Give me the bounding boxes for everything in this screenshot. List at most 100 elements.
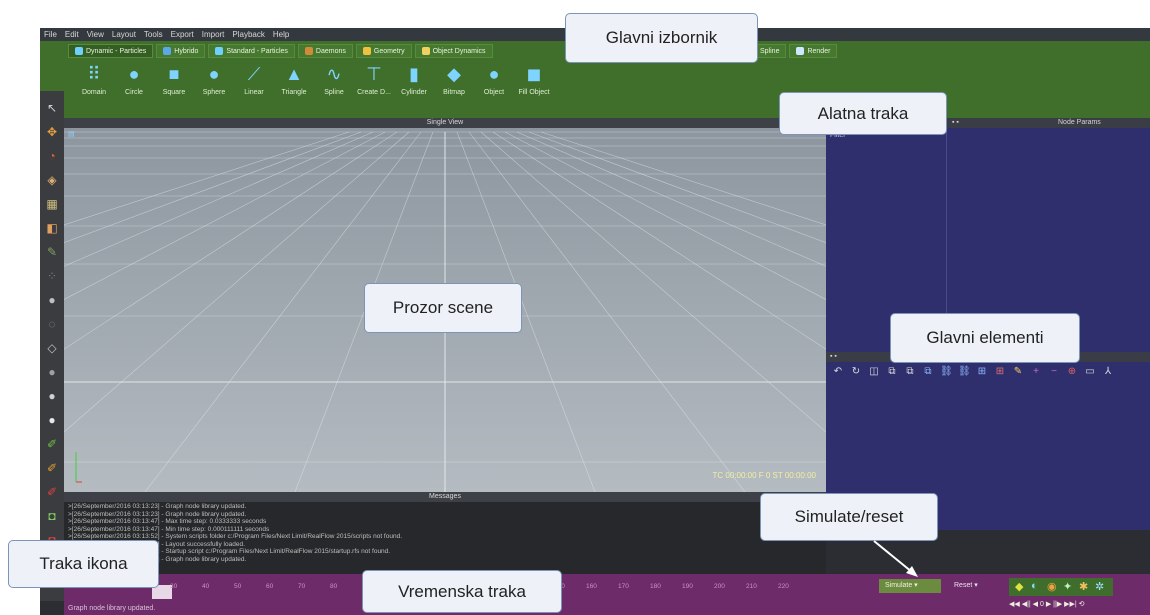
- unlink-icon[interactable]: ⛓: [958, 366, 971, 378]
- color-icon[interactable]: ✎: [1012, 366, 1024, 378]
- tab-label: Dynamic - Particles: [86, 47, 147, 55]
- shading-icon[interactable]: ●: [45, 293, 59, 307]
- link-icon[interactable]: ⛓: [940, 366, 953, 378]
- menu-edit[interactable]: Edit: [65, 28, 79, 41]
- tab-object-dynamics[interactable]: Object Dynamics: [414, 44, 493, 58]
- tool-create-d-[interactable]: ⊤ Create D...: [354, 63, 394, 97]
- tab-hybrido[interactable]: Hybrido: [156, 44, 206, 58]
- callout-main-elements: Glavni elementi: [890, 313, 1080, 363]
- node-icon[interactable]: ◧: [45, 221, 59, 235]
- tab-label: Geometry: [373, 47, 405, 55]
- menu-export[interactable]: Export: [171, 28, 194, 41]
- menu-view[interactable]: View: [87, 28, 104, 41]
- simulation-options[interactable]: ◆ ◐ ◉ ✦ ✱ ✲: [1009, 578, 1113, 596]
- tool-sphere[interactable]: ● Sphere: [194, 63, 234, 97]
- tool-object[interactable]: ● Object: [474, 63, 514, 97]
- grid-icon[interactable]: ▦: [45, 197, 59, 211]
- timeline-tick: 80: [330, 583, 338, 590]
- playback-controls[interactable]: ◀◀ ◀|| ◀ 0 ▶ ||▶ ▶▶| ⟲: [1009, 600, 1085, 608]
- select-icon[interactable]: ↖: [45, 101, 59, 115]
- tool-bitmap[interactable]: ◆ Bitmap: [434, 63, 474, 97]
- refresh-icon[interactable]: ↻: [850, 366, 862, 378]
- tool-fill-object[interactable]: ◼ Fill Object: [514, 63, 554, 97]
- wire-cube-icon[interactable]: ◇: [45, 341, 59, 355]
- smooth-sphere-icon[interactable]: ●: [45, 413, 59, 427]
- paint-icon[interactable]: ✐: [45, 461, 59, 475]
- menu-help[interactable]: Help: [273, 28, 289, 41]
- tab-icon: [215, 47, 224, 55]
- menu-layout[interactable]: Layout: [112, 28, 136, 41]
- marker-icon[interactable]: ✐: [45, 485, 59, 499]
- sim-option-icon[interactable]: ◉: [1047, 580, 1057, 593]
- bitmap-emitter-icon: ◆: [447, 63, 461, 84]
- main-elements-toolbar: ↶ ↻ ◫ ⧉ ⧉ ⧉ ⛓ ⛓ ⊞ ⊞ ✎ + − ⊕ ▭ ⅄: [832, 366, 1120, 378]
- message-line: >[26/September/2016 03:13:52] - Graph no…: [68, 555, 247, 563]
- tag-icon[interactable]: ▭: [1084, 366, 1096, 378]
- sim-option-icon[interactable]: ✲: [1095, 580, 1104, 593]
- brush-icon[interactable]: ✐: [45, 437, 59, 451]
- reset-button[interactable]: Reset ▾: [954, 579, 990, 593]
- sim-option-icon[interactable]: ✦: [1063, 580, 1072, 593]
- duplicate-icon[interactable]: ⧉: [922, 366, 934, 378]
- flat-sphere-icon[interactable]: ●: [45, 365, 59, 379]
- menu-playback[interactable]: Playback: [232, 28, 264, 41]
- paste-icon[interactable]: ⧉: [904, 366, 916, 378]
- split-icon[interactable]: ⅄: [1102, 366, 1114, 378]
- spline-emitter-icon: ∿: [326, 63, 342, 84]
- dots-icon[interactable]: ⁘: [45, 269, 59, 283]
- tool-cylinder[interactable]: ▮ Cylinder: [394, 63, 434, 97]
- tab-geometry[interactable]: Geometry: [355, 44, 412, 58]
- move-icon[interactable]: ✥: [45, 125, 59, 139]
- tab-icon: [163, 47, 172, 55]
- minus-icon[interactable]: −: [1048, 366, 1060, 378]
- sphere-emitter-icon: ●: [208, 63, 220, 84]
- tool-spline[interactable]: ∿ Spline: [314, 63, 354, 97]
- messages-list[interactable]: >[26/September/2016 03:13:23] - Graph no…: [64, 502, 826, 564]
- sim-option-icon[interactable]: ◐: [1031, 580, 1038, 592]
- wire-sphere-icon[interactable]: ◌: [45, 317, 59, 331]
- plus-icon[interactable]: +: [1030, 366, 1042, 378]
- tool-linear[interactable]: ⟋ Linear: [234, 63, 274, 97]
- sim-option-icon[interactable]: ✱: [1079, 580, 1088, 593]
- tab-daemons[interactable]: Daemons: [297, 44, 353, 58]
- shaded-sphere-icon[interactable]: ●: [45, 389, 59, 403]
- grid-line: [504, 131, 826, 300]
- message-line: >[26/September/2016 03:13:52] - Startup …: [68, 548, 391, 555]
- menu-tools[interactable]: Tools: [144, 28, 163, 41]
- tab-render[interactable]: Render: [789, 44, 838, 58]
- save-icon[interactable]: ◘: [45, 509, 59, 523]
- tab-dynamic-particles[interactable]: Dynamic - Particles: [68, 44, 154, 58]
- tool-domain[interactable]: ⠿ Domain: [74, 63, 114, 97]
- scale-icon[interactable]: ◈: [45, 173, 59, 187]
- toolbar-tabs: Dynamic - Particles Hybrido Standard - Par…: [68, 44, 496, 58]
- rotate-icon[interactable]: ◔: [45, 149, 59, 163]
- viewport-timecode: TC 00:00:00 F 0 ST 00:00:00: [712, 471, 816, 480]
- container-icon[interactable]: ◫: [868, 366, 880, 378]
- copy-icon[interactable]: ⧉: [886, 366, 898, 378]
- timeline-tick: 60: [266, 583, 274, 590]
- sim-option-icon[interactable]: ◆: [1015, 580, 1023, 593]
- triangle-emitter-icon: ▲: [285, 63, 303, 84]
- tab-standard-particles[interactable]: Standard - Particles: [208, 44, 295, 58]
- tab-label: Daemons: [315, 47, 346, 55]
- tool-square[interactable]: ■ Square: [154, 63, 194, 97]
- undo-icon[interactable]: ↶: [832, 366, 844, 378]
- circle-emitter-icon: ●: [128, 63, 140, 84]
- menu-file[interactable]: File: [44, 28, 57, 41]
- square-emitter-icon: ■: [168, 63, 180, 84]
- add-node-icon[interactable]: ⊕: [1066, 366, 1078, 378]
- tool-label: Spline: [324, 89, 344, 96]
- pencil-icon[interactable]: ✎: [45, 245, 59, 259]
- tool-circle[interactable]: ● Circle: [114, 63, 154, 97]
- timeline[interactable]: 0102030405060708090100110120130140150160…: [64, 574, 1150, 615]
- timeline-tick: 200: [714, 583, 725, 590]
- tool-triangle[interactable]: ▲ Triangle: [274, 63, 314, 97]
- group-icon[interactable]: ⊞: [994, 366, 1006, 378]
- menu-import[interactable]: Import: [202, 28, 225, 41]
- tree-icon[interactable]: ⊞: [976, 366, 988, 378]
- tab-label: Standard - Particles: [226, 47, 288, 55]
- simulate-button[interactable]: Simulate ▾: [879, 579, 941, 593]
- tab-label: Hybrido: [174, 47, 199, 55]
- tab-icon: [75, 47, 83, 55]
- cylinder-emitter-icon: ▮: [409, 63, 419, 84]
